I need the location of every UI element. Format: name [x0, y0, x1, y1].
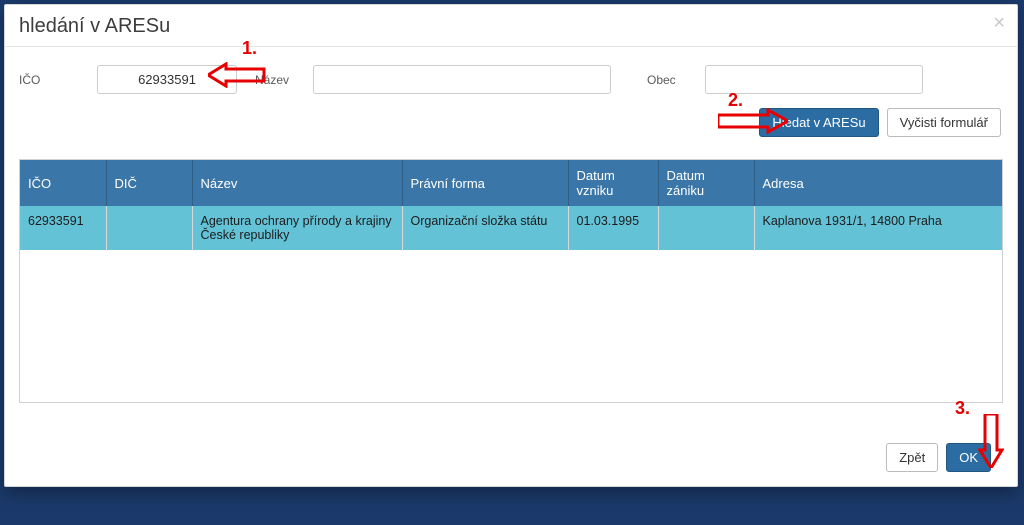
nazev-input[interactable]	[313, 65, 611, 94]
th-zanik[interactable]: Datum zániku	[658, 160, 754, 206]
ares-search-modal: hledání v ARESu × IČO Název Obec Hledat …	[4, 4, 1018, 487]
ok-button[interactable]: OK	[946, 443, 991, 472]
modal-footer: Zpět OK	[5, 405, 1017, 486]
th-nazev[interactable]: Název	[192, 160, 402, 206]
table-header-row: IČO DIČ Název Právní forma Datum vzniku …	[20, 160, 1002, 206]
cell-nazev: Agentura ochrany přírody a krajiny České…	[192, 206, 402, 250]
search-form-row: IČO Název Obec	[5, 57, 1017, 102]
clear-form-button[interactable]: Vyčisti formulář	[887, 108, 1001, 137]
cell-forma: Organizační složka státu	[402, 206, 568, 250]
table-row[interactable]: 62933591 Agentura ochrany přírody a kraj…	[20, 206, 1002, 250]
nazev-label: Název	[255, 73, 295, 87]
cell-zanik	[658, 206, 754, 250]
obec-input[interactable]	[705, 65, 923, 94]
cell-vznik: 01.03.1995	[568, 206, 658, 250]
close-icon[interactable]: ×	[993, 13, 1005, 33]
th-dic[interactable]: DIČ	[106, 160, 192, 206]
th-adresa[interactable]: Adresa	[754, 160, 1002, 206]
cell-ico: 62933591	[20, 206, 106, 250]
modal-title: hledání v ARESu	[19, 15, 170, 37]
results-table: IČO DIČ Název Právní forma Datum vzniku …	[19, 159, 1003, 403]
action-row: Hledat v ARESu Vyčisti formulář	[5, 102, 1017, 159]
search-ares-button[interactable]: Hledat v ARESu	[759, 108, 878, 137]
divider	[5, 46, 1017, 47]
cell-dic	[106, 206, 192, 250]
th-forma[interactable]: Právní forma	[402, 160, 568, 206]
th-ico[interactable]: IČO	[20, 160, 106, 206]
back-button[interactable]: Zpět	[886, 443, 938, 472]
th-vznik[interactable]: Datum vzniku	[568, 160, 658, 206]
cell-adresa: Kaplanova 1931/1, 14800 Praha	[754, 206, 1002, 250]
ico-input[interactable]	[97, 65, 237, 94]
ico-label: IČO	[19, 73, 79, 87]
obec-label: Obec	[647, 73, 687, 87]
